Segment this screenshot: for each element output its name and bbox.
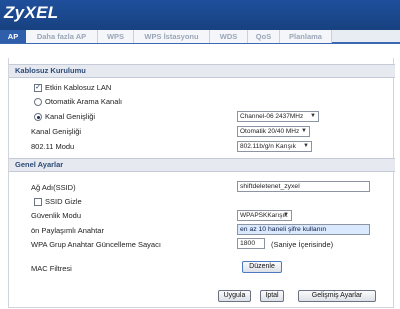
radio-dot bbox=[36, 115, 40, 119]
tab-wps-station[interactable]: WPS İstasyonu bbox=[134, 30, 210, 43]
hide-ssid-checkbox[interactable] bbox=[34, 198, 42, 206]
channel-width-label: Kanal Genişliği bbox=[31, 127, 82, 136]
mac-filter-edit-button[interactable]: Düzenle bbox=[242, 261, 282, 273]
enable-wireless-label: Etkin Kablosuz LAN bbox=[45, 83, 112, 92]
chevron-down-icon: ▼ bbox=[303, 143, 309, 149]
zyxel-logo: ZyXEL bbox=[4, 3, 59, 22]
auto-channel-radio[interactable] bbox=[34, 98, 42, 106]
section-general-settings: Genel Ayarlar bbox=[9, 158, 395, 172]
channel-width-select[interactable]: Otomatik 20/40 MHz ▼ bbox=[237, 126, 310, 137]
psk-label: ön Paylaşımlı Anahtar bbox=[31, 226, 104, 235]
manual-channel-radio[interactable] bbox=[34, 113, 42, 121]
tab-scheduling[interactable]: Planlama bbox=[280, 30, 332, 43]
psk-input[interactable]: en az 10 haneli şifre kullanın bbox=[237, 224, 370, 235]
advanced-settings-button[interactable]: Gelişmiş Ayarlar bbox=[298, 290, 376, 302]
wpa-group-key-unit: (Saniye İçerisinde) bbox=[271, 240, 334, 249]
chevron-down-icon: ▼ bbox=[301, 128, 307, 134]
security-mode-value: WPAPSKKarışık bbox=[240, 212, 288, 219]
hide-ssid-label: SSID Gizle bbox=[45, 197, 82, 206]
ssid-label: Ağ Adı(SSID) bbox=[31, 183, 76, 192]
mode-label: 802.11 Modu bbox=[31, 142, 75, 151]
main-panel: Kablosuz Kurulumu ✓ Etkin Kablosuz LAN O… bbox=[8, 58, 395, 308]
tab-bar: AP Daha fazla AP WPS WPS İstasyonu WDS Q… bbox=[0, 30, 400, 44]
section-wireless-setup: Kablosuz Kurulumu bbox=[9, 64, 395, 78]
wpa-group-key-label: WPA Grup Anahtar Güncelleme Sayacı bbox=[31, 240, 161, 249]
tab-wps[interactable]: WPS bbox=[98, 30, 134, 43]
channel-select-value: Channel-06 2437MHz bbox=[240, 113, 304, 120]
security-mode-select[interactable]: WPAPSKKarışık ▼ bbox=[237, 210, 292, 221]
tab-more-ap[interactable]: Daha fazla AP bbox=[26, 30, 98, 43]
security-mode-label: Güvenlik Modu bbox=[31, 211, 82, 220]
cancel-button[interactable]: İptal bbox=[260, 290, 284, 302]
tab-ap[interactable]: AP bbox=[0, 30, 26, 43]
channel-select[interactable]: Channel-06 2437MHz ▼ bbox=[237, 111, 319, 122]
channel-width-value: Otomatik 20/40 MHz bbox=[240, 128, 300, 135]
enable-wireless-checkbox[interactable]: ✓ bbox=[34, 84, 42, 92]
ssid-input[interactable]: shiftdeletenet_zyxel bbox=[237, 181, 370, 192]
auto-channel-label: Otomatik Arama Kanalı bbox=[45, 97, 123, 106]
mode-select-value: 802.11b/g/n Karışık bbox=[240, 143, 296, 150]
apply-button[interactable]: Uygula bbox=[218, 290, 251, 302]
chevron-down-icon: ▼ bbox=[310, 113, 316, 119]
mac-filter-label: MAC Filtresi bbox=[31, 264, 72, 273]
manual-channel-label: Kanal Genişliği bbox=[45, 112, 96, 121]
mode-select[interactable]: 802.11b/g/n Karışık ▼ bbox=[237, 141, 312, 152]
header-bar: ZyXEL bbox=[0, 0, 400, 31]
wpa-group-key-input[interactable]: 1800 bbox=[237, 238, 265, 249]
chevron-down-icon: ▼ bbox=[283, 212, 289, 218]
tab-qos[interactable]: QoS bbox=[248, 30, 280, 43]
tab-wds[interactable]: WDS bbox=[210, 30, 248, 43]
